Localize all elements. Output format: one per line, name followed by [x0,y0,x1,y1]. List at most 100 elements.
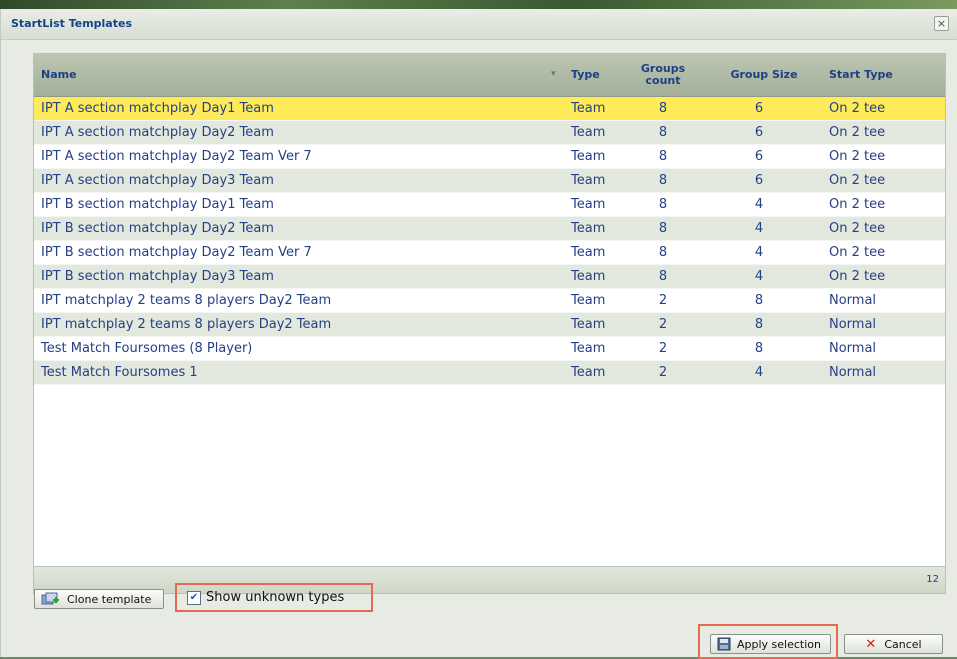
cell-start-type: On 2 tee [829,101,886,116]
table-row[interactable]: IPT A section matchplay Day2 Team Team 8… [34,121,945,145]
cell-start-type: On 2 tee [829,125,886,140]
record-count: 12 [926,574,939,585]
table-row[interactable]: IPT matchplay 2 teams 8 players Day2 Tea… [34,289,945,313]
cell-group-size: 4 [754,365,764,380]
table-row[interactable]: Test Match Foursomes 1 Team 2 4 Normal [34,361,945,385]
show-unknown-types-label: Show unknown types [206,590,345,605]
templates-grid: Name ▾ Type Groups count Group Size Star… [33,53,946,594]
cell-start-type: Normal [829,341,877,356]
cell-groups-count: 8 [658,125,668,140]
col-header-group-size[interactable]: Group Size [729,54,799,96]
table-row[interactable]: IPT A section matchplay Day3 Team Team 8… [34,169,945,193]
cell-name: IPT B section matchplay Day3 Team [41,269,274,284]
show-unknown-types-checkbox[interactable]: ✔ [187,590,201,605]
background-strip [0,0,957,9]
cell-type: Team [571,317,606,332]
clone-template-icon [41,592,61,606]
cell-start-type: On 2 tee [829,149,886,164]
cell-start-type: Normal [829,293,877,308]
cell-name: IPT B section matchplay Day1 Team [41,197,274,212]
cell-type: Team [571,221,606,236]
cell-group-size: 4 [754,221,764,236]
cell-group-size: 8 [754,341,764,356]
clone-template-button[interactable]: Clone template [34,589,164,609]
cell-group-size: 6 [754,101,764,116]
cell-type: Team [571,149,606,164]
cell-groups-count: 8 [658,245,668,260]
checkmark-icon: ✔ [189,591,199,603]
cell-name: Test Match Foursomes (8 Player) [41,341,253,356]
cell-name: IPT matchplay 2 teams 8 players Day2 Tea… [41,293,332,308]
cell-group-size: 6 [754,149,764,164]
cell-start-type: On 2 tee [829,245,886,260]
cell-type: Team [571,293,606,308]
cell-start-type: On 2 tee [829,269,886,284]
dialog-titlebar[interactable]: StartList Templates × [1,9,957,40]
cell-start-type: On 2 tee [829,221,886,236]
table-row[interactable]: IPT matchplay 2 teams 8 players Day2 Tea… [34,313,945,337]
close-button[interactable]: × [934,16,949,31]
cancel-icon: ✕ [865,636,877,652]
cell-type: Team [571,341,606,356]
table-row[interactable]: IPT B section matchplay Day2 Team Ver 7 … [34,241,945,265]
cell-groups-count: 2 [658,293,668,308]
disk-icon [717,637,731,651]
cell-name: IPT B section matchplay Day2 Team [41,221,274,236]
apply-selection-label: Apply selection [737,637,821,651]
show-unknown-types-toggle[interactable]: ✔ Show unknown types [175,583,373,612]
table-row[interactable]: IPT A section matchplay Day1 Team Team 8… [34,97,945,121]
cell-type: Team [571,101,606,116]
dialog-title: StartList Templates [11,17,132,30]
cell-groups-count: 8 [658,221,668,236]
sort-arrow-icon[interactable]: ▾ [551,69,556,79]
table-row[interactable]: IPT B section matchplay Day3 Team Team 8… [34,265,945,289]
cell-name: IPT A section matchplay Day3 Team [41,173,274,188]
cell-type: Team [571,269,606,284]
cell-name: IPT A section matchplay Day2 Team [41,125,274,140]
apply-selection-button[interactable]: Apply selection [710,634,831,654]
cell-name: Test Match Foursomes 1 [41,365,198,380]
grid-header: Name ▾ Type Groups count Group Size Star… [34,54,945,97]
cell-start-type: Normal [829,317,877,332]
cell-type: Team [571,173,606,188]
cell-group-size: 6 [754,173,764,188]
cell-group-size: 4 [754,269,764,284]
col-header-start-type[interactable]: Start Type [829,54,929,96]
cell-groups-count: 8 [658,197,668,212]
cell-groups-count: 2 [658,365,668,380]
cell-name: IPT matchplay 2 teams 8 players Day2 Tea… [41,317,332,332]
cell-group-size: 8 [754,317,764,332]
clone-template-label: Clone template [67,592,152,606]
cell-group-size: 8 [754,293,764,308]
cell-name: IPT A section matchplay Day1 Team [41,101,274,116]
col-header-groups-count[interactable]: Groups count [633,54,693,96]
cell-type: Team [571,245,606,260]
cell-groups-count: 8 [658,173,668,188]
cell-group-size: 6 [754,125,764,140]
close-icon: × [936,17,947,30]
cell-name: IPT B section matchplay Day2 Team Ver 7 [41,245,312,260]
cancel-button[interactable]: ✕ Cancel [844,634,943,654]
cell-name: IPT A section matchplay Day2 Team Ver 7 [41,149,312,164]
cell-groups-count: 8 [658,149,668,164]
cell-start-type: On 2 tee [829,173,886,188]
cell-groups-count: 2 [658,317,668,332]
cancel-label: Cancel [884,637,922,651]
cell-groups-count: 2 [658,341,668,356]
cell-type: Team [571,365,606,380]
cell-group-size: 4 [754,197,764,212]
cell-type: Team [571,125,606,140]
col-header-type[interactable]: Type [571,54,621,96]
cell-group-size: 4 [754,245,764,260]
cell-start-type: On 2 tee [829,197,886,212]
table-row[interactable]: IPT A section matchplay Day2 Team Ver 7 … [34,145,945,169]
table-row[interactable]: Test Match Foursomes (8 Player) Team 2 8… [34,337,945,361]
grid-paging-bar: 12 [34,566,945,593]
table-row[interactable]: IPT B section matchplay Day2 Team Team 8… [34,217,945,241]
col-header-name[interactable]: Name [41,54,561,96]
cell-type: Team [571,197,606,212]
cell-start-type: Normal [829,365,877,380]
startlist-templates-dialog: StartList Templates × Name ▾ Type Groups… [0,9,957,659]
cell-groups-count: 8 [658,269,668,284]
table-row[interactable]: IPT B section matchplay Day1 Team Team 8… [34,193,945,217]
